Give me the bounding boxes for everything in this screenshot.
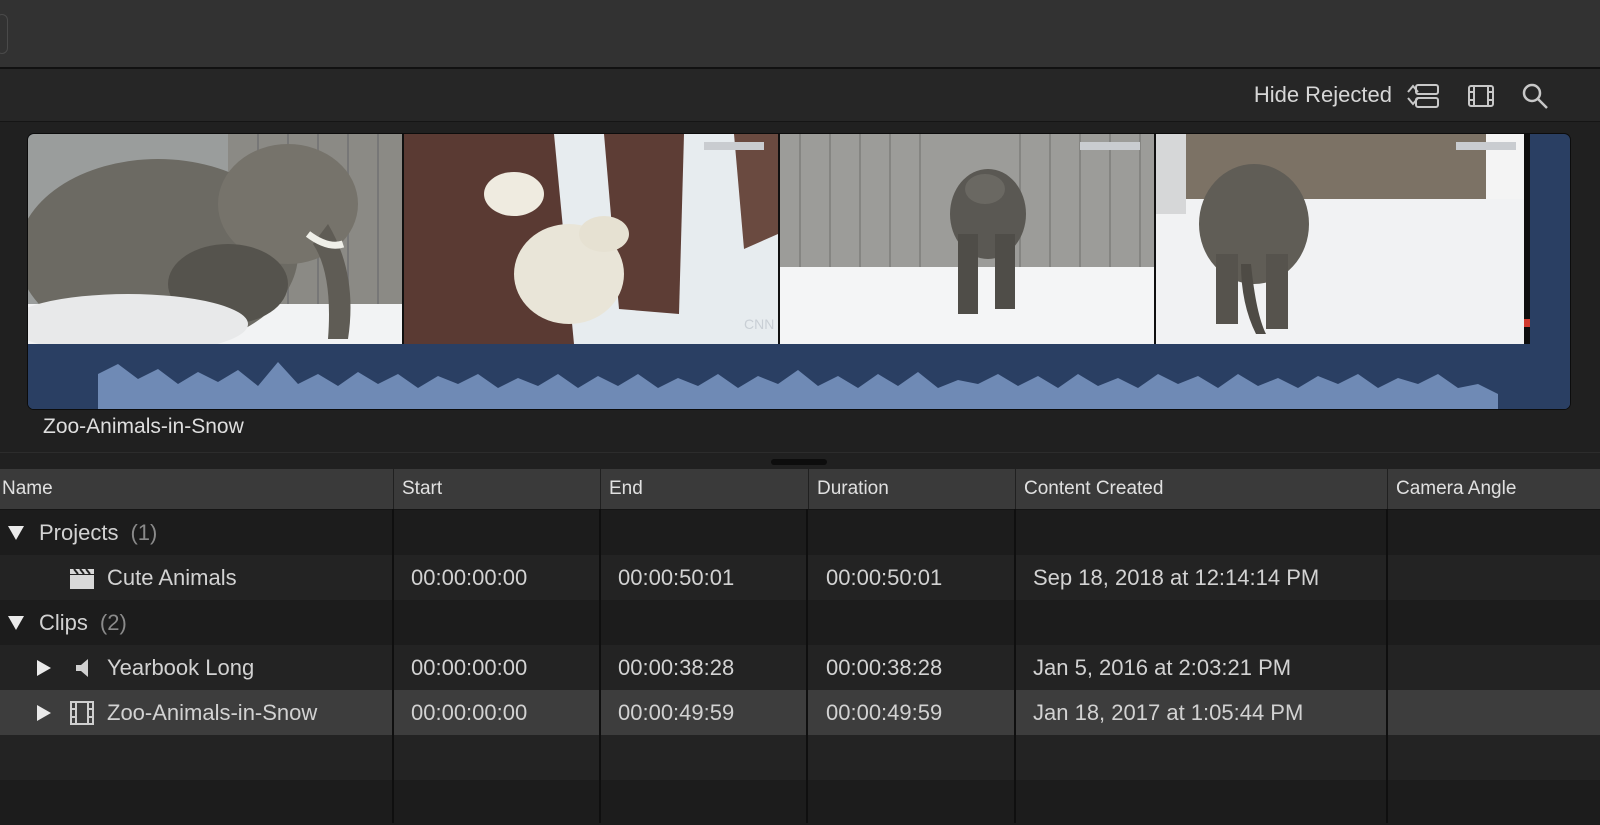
disclosure-triangle-right-icon[interactable] [37,645,51,690]
column-divider [806,509,808,823]
row-start: 00:00:00:00 [411,655,528,680]
empty-row [0,735,1600,780]
column-divider [599,509,601,823]
clip-browser: CNN Zoo-Animals-in-Snow [0,122,1600,452]
list-view-icon[interactable] [1412,81,1442,111]
group-row-projects[interactable]: Projects (1) [0,510,1600,555]
row-created: Jan 18, 2017 at 1:05:44 PM [1033,700,1304,725]
thumbnail-elephant-walking [1156,134,1530,344]
group-count: (2) [99,610,127,635]
film-icon [70,690,94,735]
column-divider [1014,509,1016,823]
row-duration: 00:00:49:59 [826,700,943,725]
window-titlebar [0,0,1600,69]
column-header-content-created[interactable]: Content Created [1015,469,1387,509]
titlebar-edge-control[interactable] [0,14,8,54]
row-created: Jan 5, 2016 at 2:03:21 PM [1033,655,1292,680]
row-end: 00:00:49:59 [618,700,735,725]
row-end: 00:00:50:01 [618,565,735,590]
column-divider [1386,509,1388,823]
clip-name-label: Zoo-Animals-in-Snow [43,415,244,438]
column-divider [392,509,394,823]
filmstrip-icon[interactable] [1466,81,1496,111]
table-row[interactable]: Cute Animals 00:00:00:00 00:00:50:01 00:… [0,555,1600,600]
row-start: 00:00:00:00 [411,700,528,725]
column-header-end[interactable]: End [600,469,808,509]
speaker-icon [74,645,92,690]
group-label: Projects [39,520,119,545]
column-header-start[interactable]: Start [393,469,600,509]
row-name: Cute Animals [107,565,237,590]
table-row[interactable]: Yearbook Long 00:00:00:00 00:00:38:28 00… [0,645,1600,690]
group-label: Clips [39,610,88,635]
clapperboard-icon [68,555,96,600]
row-end: 00:00:38:28 [618,655,735,680]
clip-filmstrip[interactable]: CNN [28,134,1570,409]
empty-row [0,780,1600,825]
table-header: Name Start End Duration Content Created … [0,469,1600,510]
row-name: Zoo-Animals-in-Snow [107,700,318,725]
browser-toolbar: Hide Rejected [0,69,1600,122]
disclosure-triangle-down-icon[interactable] [8,510,24,555]
row-duration: 00:00:50:01 [826,565,943,590]
disclosure-triangle-down-icon[interactable] [8,600,24,645]
row-created: Sep 18, 2018 at 12:14:14 PM [1033,565,1320,590]
group-row-clips[interactable]: Clips (2) [0,600,1600,645]
search-icon[interactable] [1520,81,1550,111]
row-duration: 00:00:38:28 [826,655,943,680]
audio-waveform [28,344,1570,409]
group-count: (1) [130,520,158,545]
clip-list-table: Name Start End Duration Content Created … [0,469,1600,825]
filter-label: Hide Rejected [1253,82,1392,107]
thumbnail-polar-bear: CNN [404,134,780,344]
thumbnail-elephant-closeup [28,134,404,344]
table-row-selected[interactable]: Zoo-Animals-in-Snow 00:00:00:00 00:00:49… [0,690,1600,735]
splitter-grip[interactable] [771,459,827,465]
row-name: Yearbook Long [107,655,255,680]
pane-splitter[interactable] [0,452,1600,470]
filter-popup[interactable]: Hide Rejected [1254,81,1420,109]
row-start: 00:00:00:00 [411,565,528,590]
thumbnail-elephant-trumpeting [780,134,1156,344]
column-header-name[interactable]: Name [0,469,393,509]
column-header-camera-angle[interactable]: Camera Angle [1387,469,1600,509]
disclosure-triangle-right-icon[interactable] [37,690,51,735]
svg-text:CNN: CNN [744,316,774,332]
column-header-duration[interactable]: Duration [808,469,1015,509]
